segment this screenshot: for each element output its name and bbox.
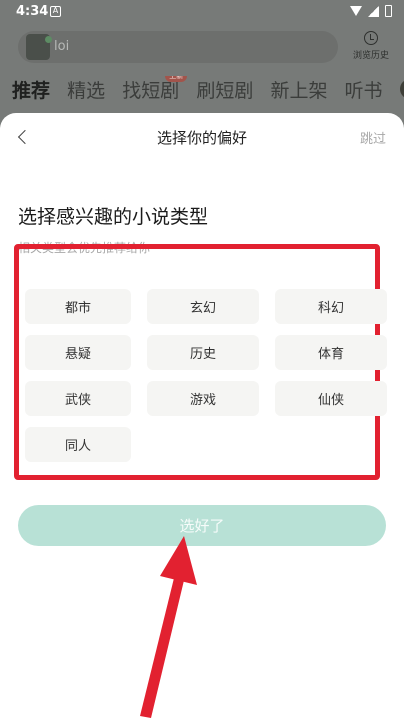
history-label: 浏览历史 <box>352 51 389 61</box>
tab-label: 找短剧 <box>122 80 180 102</box>
clock-icon <box>364 31 378 45</box>
genre-chip[interactable]: 历史 <box>147 335 259 370</box>
signal-icon <box>368 5 379 17</box>
history-button[interactable]: 浏览历史 <box>346 31 396 61</box>
section-heading: 选择感兴趣的小说类型 <box>18 206 209 228</box>
battery-icon <box>385 5 392 17</box>
status-icons <box>350 5 392 17</box>
genre-chip[interactable]: 都市 <box>25 289 131 324</box>
avatar <box>26 34 52 60</box>
genre-grid: 都市 玄幻 科幻悬疑 历史 体育武侠 游戏 仙侠同人 <box>25 289 387 462</box>
status-time: 4:34 <box>16 4 49 19</box>
genre-chip[interactable]: 悬疑 <box>25 335 131 370</box>
tab-audiobooks[interactable]: 听书 <box>345 76 383 103</box>
skip-button[interactable]: 跳过 <box>360 128 386 147</box>
notification-icon: A <box>50 6 61 17</box>
genre-chip[interactable]: 游戏 <box>147 381 259 416</box>
category-tabs: 推荐 精选 找短剧上新 刷短剧 新上架 听书 ♛ <box>12 76 404 106</box>
tab-find-short-drama[interactable]: 找短剧 上新 <box>122 76 188 103</box>
tab-recommend[interactable]: 推荐 <box>12 76 50 103</box>
genre-chip[interactable]: 武侠 <box>25 381 131 416</box>
sheet-title: 选择你的偏好 <box>156 129 247 147</box>
status-bar: 4:34 A <box>0 0 404 26</box>
search-bar[interactable]: loi <box>18 31 338 63</box>
search-input[interactable]: loi <box>54 39 69 54</box>
genre-chip[interactable]: 科幻 <box>275 289 387 324</box>
genre-chip[interactable]: 体育 <box>275 335 387 370</box>
tab-browse-short-drama[interactable]: 刷短剧 <box>196 76 253 103</box>
genre-chip[interactable]: 同人 <box>25 427 131 462</box>
crown-icon[interactable]: ♛ <box>399 79 404 99</box>
preference-sheet: 选择你的偏好 跳过 选择感兴趣的小说类型 相关类型会优先推荐给你~ 都市 玄幻 科幻… <box>0 113 404 720</box>
confirm-button[interactable]: 选好了 <box>18 505 386 546</box>
tab-featured[interactable]: 精选 <box>67 76 105 103</box>
tab-new-releases[interactable]: 新上架 <box>270 76 327 103</box>
genre-chip[interactable]: 玄幻 <box>147 289 259 324</box>
genre-chip[interactable]: 仙侠 <box>275 381 387 416</box>
new-badge: 上新 <box>165 76 188 82</box>
wifi-icon <box>350 6 362 16</box>
